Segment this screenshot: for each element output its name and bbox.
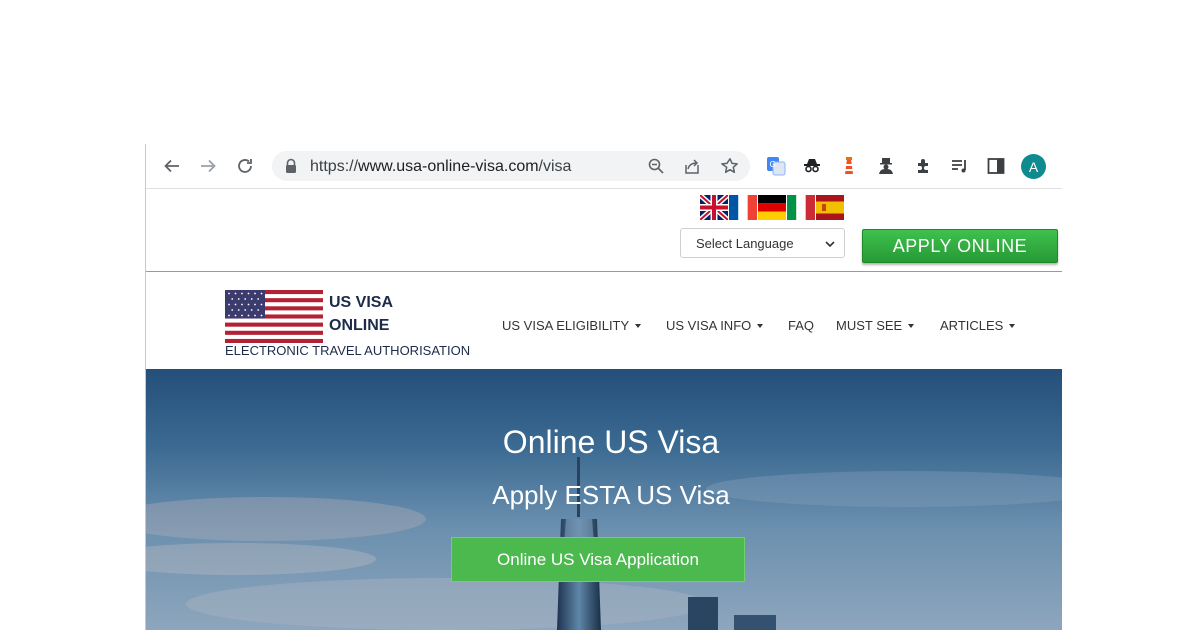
nav-label: US VISA ELIGIBILITY: [502, 318, 630, 333]
chevron-down-icon: [824, 237, 836, 255]
nav-must-see[interactable]: MUST SEE: [836, 318, 915, 333]
nav-label: US VISA INFO: [666, 318, 752, 333]
site-header: US VISA ONLINE ELECTRONIC TRAVEL AUTHORI…: [146, 272, 1062, 369]
reload-icon[interactable]: [233, 154, 257, 178]
language-flags: [700, 195, 844, 220]
profile-avatar[interactable]: A: [1021, 154, 1046, 179]
france-flag[interactable]: [729, 195, 757, 220]
translate-extension-icon[interactable]: G: [764, 154, 788, 178]
browser-window: https://www.usa-online-visa.com/visa G A…: [146, 144, 1062, 630]
caret-down-icon: [635, 324, 642, 328]
lighthouse-extension-icon[interactable]: [837, 154, 861, 178]
svg-text:G: G: [770, 160, 776, 169]
spain-flag[interactable]: [816, 195, 844, 220]
us-flag-logo[interactable]: [225, 290, 323, 343]
caret-down-icon: [757, 324, 764, 328]
nav-us-visa-info[interactable]: US VISA INFO: [666, 318, 764, 333]
language-select-value: Select Language: [696, 236, 794, 251]
incognito-extension-icon[interactable]: [800, 154, 824, 178]
italy-flag[interactable]: [787, 195, 815, 220]
nav-label: FAQ: [788, 318, 815, 333]
side-panel-icon[interactable]: [984, 154, 1008, 178]
url-path: /visa: [538, 158, 572, 175]
hero-subtitle: Apply ESTA US Visa: [492, 480, 730, 510]
lock-icon[interactable]: [284, 158, 298, 179]
address-bar[interactable]: https://www.usa-online-visa.com/visa: [272, 151, 750, 181]
nav-faq[interactable]: FAQ: [788, 318, 814, 333]
hero-title: Online US Visa: [502, 424, 720, 460]
caret-down-icon: [908, 324, 915, 328]
nav-articles[interactable]: ARTICLES: [940, 318, 1016, 333]
back-icon[interactable]: [160, 154, 184, 178]
zoom-icon[interactable]: [646, 156, 666, 176]
hero-banner: Online US Visa Apply ESTA US Visa Online…: [146, 369, 1062, 630]
url-scheme: https://: [310, 158, 359, 175]
spy-extension-icon[interactable]: [874, 154, 898, 178]
extensions-puzzle-icon[interactable]: [912, 154, 936, 178]
caret-down-icon: [1009, 324, 1016, 328]
share-icon[interactable]: [682, 156, 702, 176]
nav-label: MUST SEE: [836, 318, 903, 333]
browser-toolbar: https://www.usa-online-visa.com/visa G A: [146, 144, 1062, 189]
language-bar: Select Language APPLY ONLINE: [146, 189, 1062, 273]
url-text[interactable]: https://www.usa-online-visa.com/visa: [310, 158, 571, 176]
apply-online-button[interactable]: APPLY ONLINE: [862, 229, 1058, 263]
nav-label: ARTICLES: [940, 318, 1004, 333]
media-controls-icon[interactable]: [948, 154, 972, 178]
logo-tagline: ELECTRONIC TRAVEL AUTHORISATION: [225, 343, 471, 358]
forward-icon[interactable]: [196, 154, 220, 178]
nav-us-visa-eligibility[interactable]: US VISA ELIGIBILITY: [502, 318, 642, 333]
star-icon[interactable]: [720, 156, 740, 176]
logo-title-line2[interactable]: ONLINE: [329, 317, 389, 335]
url-host: www.usa-online-visa.com: [358, 158, 539, 175]
online-visa-application-button[interactable]: Online US Visa Application: [451, 537, 745, 582]
uk-flag[interactable]: [700, 195, 728, 220]
language-select[interactable]: Select Language: [680, 228, 845, 258]
germany-flag[interactable]: [758, 195, 786, 220]
logo-title-line1[interactable]: US VISA: [329, 294, 393, 312]
